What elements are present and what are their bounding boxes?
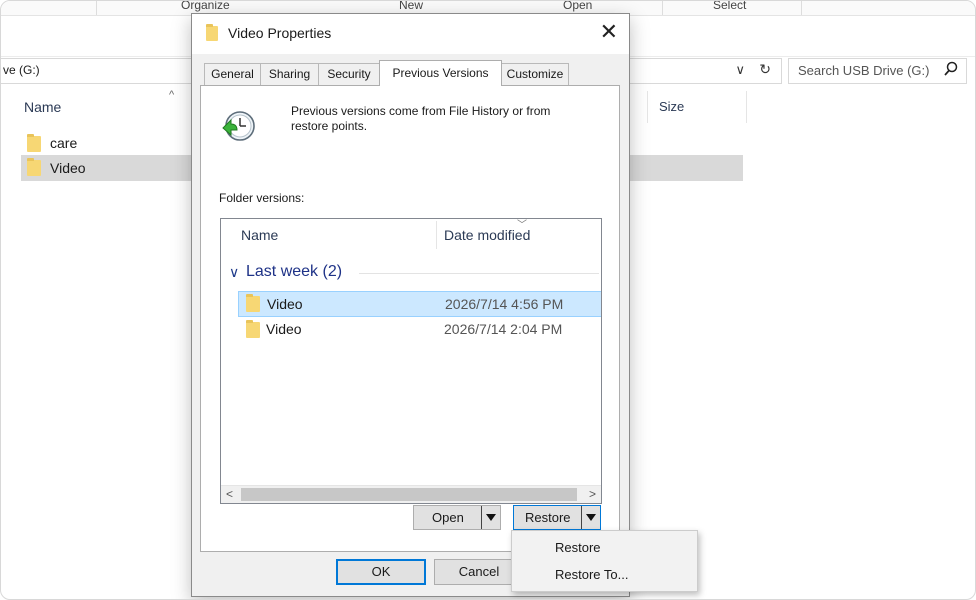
item-name: Video — [50, 160, 86, 176]
window-frame: Organize New Open Select ve (G:) ∨ ↻ Sea… — [0, 0, 976, 600]
clock-restore-icon — [221, 108, 257, 147]
column-header-name[interactable]: Name — [241, 227, 278, 243]
ribbon-organize[interactable]: Organize — [181, 1, 230, 12]
ribbon-divider — [662, 1, 663, 15]
folder-icon — [246, 294, 260, 312]
column-header-date[interactable]: Date modified — [444, 227, 530, 243]
column-divider — [746, 91, 747, 123]
search-input[interactable]: Search USB Drive (G:) — [788, 58, 967, 84]
menu-item-restore-to[interactable]: Restore To... — [513, 561, 696, 586]
dialog-titlebar[interactable]: Video Properties ✕ — [192, 14, 629, 54]
chevron-down-icon[interactable]: ∨ — [229, 264, 239, 281]
tab-general[interactable]: General — [204, 63, 261, 85]
restore-dropdown-menu: Restore Restore To... — [511, 530, 698, 592]
ribbon-open[interactable]: Open — [563, 1, 592, 12]
table-row[interactable]: Video 2026/7/14 2:04 PM — [238, 317, 600, 341]
tab-panel: Previous versions come from File History… — [200, 85, 620, 552]
ribbon-divider — [801, 1, 802, 15]
dialog-title: Video Properties — [228, 25, 332, 41]
tab-previous-versions[interactable]: Previous Versions — [379, 60, 502, 86]
tab-security[interactable]: Security — [318, 63, 380, 85]
ok-button[interactable]: OK — [336, 559, 426, 585]
row-date: 2026/7/14 2:04 PM — [444, 321, 563, 337]
row-date: 2026/7/14 4:56 PM — [445, 296, 564, 312]
properties-dialog: Video Properties ✕ General Sharing Secur… — [191, 13, 630, 597]
restore-split-button[interactable]: Restore — [513, 505, 601, 530]
folder-icon — [206, 24, 218, 41]
info-text: Previous versions come from File History… — [291, 104, 551, 133]
menu-item-restore[interactable]: Restore — [513, 534, 696, 559]
open-split-button[interactable]: Open — [413, 505, 501, 530]
tab-sharing[interactable]: Sharing — [260, 63, 319, 85]
restore-label: Restore — [525, 510, 571, 525]
group-label: Last week (2) — [246, 263, 343, 280]
dropdown-arrow-icon[interactable] — [481, 506, 500, 529]
menu-item-label: Restore To... — [555, 567, 629, 582]
refresh-icon[interactable]: ↻ — [759, 61, 771, 78]
folder-versions-label: Folder versions: — [219, 191, 305, 205]
folder-icon — [246, 320, 260, 338]
open-label: Open — [432, 510, 464, 525]
item-name: care — [50, 135, 78, 151]
ribbon-new[interactable]: New — [399, 1, 423, 12]
search-icon[interactable] — [944, 61, 958, 80]
group-divider — [359, 273, 599, 274]
dropdown-arrow-icon[interactable] — [581, 506, 600, 529]
row-name: Video — [266, 321, 302, 337]
chevron-down-icon[interactable]: ∨ — [735, 62, 745, 78]
group-header[interactable]: ∨ Last week (2) — [229, 263, 599, 283]
row-name: Video — [267, 296, 303, 312]
column-header-size[interactable]: Size — [659, 99, 684, 114]
scroll-right-icon[interactable]: > — [584, 486, 601, 503]
scroll-thumb[interactable] — [241, 488, 577, 501]
close-icon[interactable]: ✕ — [600, 19, 618, 45]
folder-icon — [27, 134, 41, 152]
column-divider — [647, 91, 648, 123]
sort-up-icon: ^ — [169, 89, 175, 101]
scroll-left-icon[interactable]: < — [221, 486, 238, 503]
tab-customize[interactable]: Customize — [501, 63, 569, 85]
folder-icon — [27, 158, 41, 176]
versions-list[interactable]: Name ﹀ Date modified ∨ Last week (2) Vid… — [220, 218, 602, 504]
menu-item-label: Restore — [555, 540, 601, 555]
ribbon-select[interactable]: Select — [713, 1, 746, 12]
table-row[interactable]: Video 2026/7/14 4:56 PM — [238, 291, 601, 317]
column-header-name[interactable]: Name — [24, 99, 61, 115]
ribbon-divider — [96, 1, 97, 15]
search-placeholder: Search USB Drive (G:) — [798, 63, 930, 78]
address-path: ve (G:) — [3, 63, 40, 77]
horizontal-scrollbar[interactable]: < > — [221, 485, 601, 503]
column-divider — [436, 221, 437, 249]
list-item[interactable]: care — [21, 130, 191, 156]
